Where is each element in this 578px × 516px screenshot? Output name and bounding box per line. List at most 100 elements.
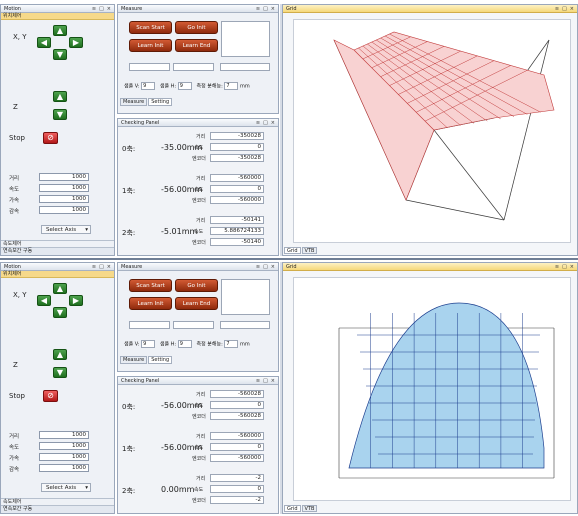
param-label: 거리 (9, 434, 20, 440)
grid-panel: Grid ≅ □ × Grid VTB (282, 4, 578, 256)
dist-label: 거리 (196, 392, 206, 398)
arrow-down-icon[interactable]: ▼ (53, 49, 67, 60)
float-icon[interactable]: □ (263, 120, 268, 126)
param-input[interactable]: 1000 (39, 195, 89, 203)
z-up-icon[interactable]: ▲ (53, 91, 67, 102)
speed-label: 속도 (194, 229, 204, 235)
tab-setting[interactable]: Setting (148, 356, 173, 364)
position-control-group[interactable]: 위치제어 (1, 13, 114, 20)
sample-h-label: 샘플 H: (159, 83, 177, 90)
arrow-right-icon[interactable]: ▶ (69, 37, 83, 48)
pin-icon[interactable]: ≅ (256, 378, 260, 384)
unit-label: mm (239, 83, 250, 90)
float-icon[interactable]: □ (263, 264, 268, 270)
param-label: 속도 (9, 187, 20, 193)
surface-plot[interactable] (293, 277, 571, 501)
param-input[interactable]: 1000 (39, 206, 89, 214)
close-icon[interactable]: × (107, 6, 111, 12)
float-icon[interactable]: □ (99, 6, 104, 12)
z-down-icon[interactable]: ▼ (53, 109, 67, 120)
sample-v-input[interactable]: 9 (141, 82, 156, 90)
tab-vtb[interactable]: VTB (301, 247, 318, 254)
stop-button[interactable]: ⊘ (43, 132, 58, 144)
learn-end-button[interactable]: Learn End (175, 297, 218, 310)
motion-titlebar: Motion ≅ □ × (1, 263, 114, 271)
measure-panel: Measure ≅ □ × Scan Start Go Init Learn I… (117, 262, 279, 372)
float-icon[interactable]: □ (263, 378, 268, 384)
status-field-3 (220, 321, 270, 329)
tab-grid[interactable]: Grid (284, 505, 301, 512)
interpolation-group[interactable]: 연속보간 구동 (1, 247, 114, 255)
checking-title: Checking Panel (121, 119, 160, 126)
dist-label: 거리 (196, 434, 206, 440)
param-input[interactable]: 1000 (39, 431, 89, 439)
scan-start-button[interactable]: Scan Start (129, 279, 172, 292)
learn-end-button[interactable]: Learn End (175, 39, 218, 52)
float-icon[interactable]: □ (99, 264, 104, 270)
stop-button[interactable]: ⊘ (43, 390, 58, 402)
tab-measure[interactable]: Measure (120, 356, 148, 364)
sample-h-input[interactable]: 9 (177, 340, 192, 348)
pin-icon[interactable]: ≅ (92, 264, 96, 270)
grid-tabs: Grid VTB (284, 505, 318, 512)
encoder-value: -560000 (210, 454, 264, 462)
arrow-right-icon[interactable]: ▶ (69, 295, 83, 306)
scan-start-button[interactable]: Scan Start (129, 21, 172, 34)
arrow-down-icon[interactable]: ▼ (53, 307, 67, 318)
z-down-icon[interactable]: ▼ (53, 367, 67, 378)
arrow-left-icon[interactable]: ◀ (37, 295, 51, 306)
pin-icon[interactable]: ≅ (256, 120, 260, 126)
measure-titlebar: Measure ≅ □ × (118, 263, 278, 271)
interpolation-group[interactable]: 연속보간 구동 (1, 505, 114, 513)
param-input[interactable]: 1000 (39, 453, 89, 461)
float-icon[interactable]: □ (562, 264, 567, 270)
learn-init-button[interactable]: Learn Init (129, 39, 172, 52)
instance-divider (0, 258, 578, 260)
close-icon[interactable]: × (271, 6, 275, 12)
resolution-input[interactable]: 7 (224, 82, 239, 90)
close-icon[interactable]: × (271, 264, 275, 270)
param-input[interactable]: 1000 (39, 464, 89, 472)
select-axis-dropdown[interactable]: Select Axis ▾ (41, 225, 91, 234)
checking-panel: Checking Panel ≅ □ × 0축: -35.00mm 거리 -35002… (117, 118, 279, 256)
motion-panel: Motion ≅ □ × 위치제어 X, Y ▲ ◀ ▶ ▼ Z ▲ ▼ Sto… (0, 4, 115, 256)
speed-control-group[interactable]: 속도제어 (1, 498, 114, 505)
axis-position: -5.01mm (161, 227, 198, 236)
param-input[interactable]: 1000 (39, 442, 89, 450)
speed-control-group[interactable]: 속도제어 (1, 240, 114, 247)
pin-icon[interactable]: ≅ (92, 6, 96, 12)
arrow-up-icon[interactable]: ▲ (53, 283, 67, 294)
surface-plot[interactable] (293, 19, 571, 243)
float-icon[interactable]: □ (562, 6, 567, 12)
close-icon[interactable]: × (107, 264, 111, 270)
close-icon[interactable]: × (570, 264, 574, 270)
arrow-up-icon[interactable]: ▲ (53, 25, 67, 36)
z-up-icon[interactable]: ▲ (53, 349, 67, 360)
select-axis-dropdown[interactable]: Select Axis ▾ (41, 483, 91, 492)
param-input[interactable]: 1000 (39, 184, 89, 192)
close-icon[interactable]: × (271, 120, 275, 126)
pin-icon[interactable]: ≅ (256, 264, 260, 270)
position-control-group[interactable]: 위치제어 (1, 271, 114, 278)
go-init-button[interactable]: Go Init (175, 279, 218, 292)
encoder-label: 엔코더 (192, 240, 206, 246)
pin-icon[interactable]: ≅ (555, 6, 559, 12)
arrow-left-icon[interactable]: ◀ (37, 37, 51, 48)
grid-title: Grid (286, 263, 297, 270)
tab-measure[interactable]: Measure (120, 98, 148, 106)
close-icon[interactable]: × (271, 378, 275, 384)
tab-setting[interactable]: Setting (148, 98, 173, 106)
resolution-input[interactable]: 7 (224, 340, 239, 348)
motion-titlebar: Motion ≅ □ × (1, 5, 114, 13)
go-init-button[interactable]: Go Init (175, 21, 218, 34)
float-icon[interactable]: □ (263, 6, 268, 12)
pin-icon[interactable]: ≅ (555, 264, 559, 270)
tab-grid[interactable]: Grid (284, 247, 301, 254)
param-input[interactable]: 1000 (39, 173, 89, 181)
sample-h-input[interactable]: 9 (177, 82, 192, 90)
learn-init-button[interactable]: Learn Init (129, 297, 172, 310)
pin-icon[interactable]: ≅ (256, 6, 260, 12)
sample-v-input[interactable]: 9 (141, 340, 156, 348)
tab-vtb[interactable]: VTB (301, 505, 318, 512)
close-icon[interactable]: × (570, 6, 574, 12)
